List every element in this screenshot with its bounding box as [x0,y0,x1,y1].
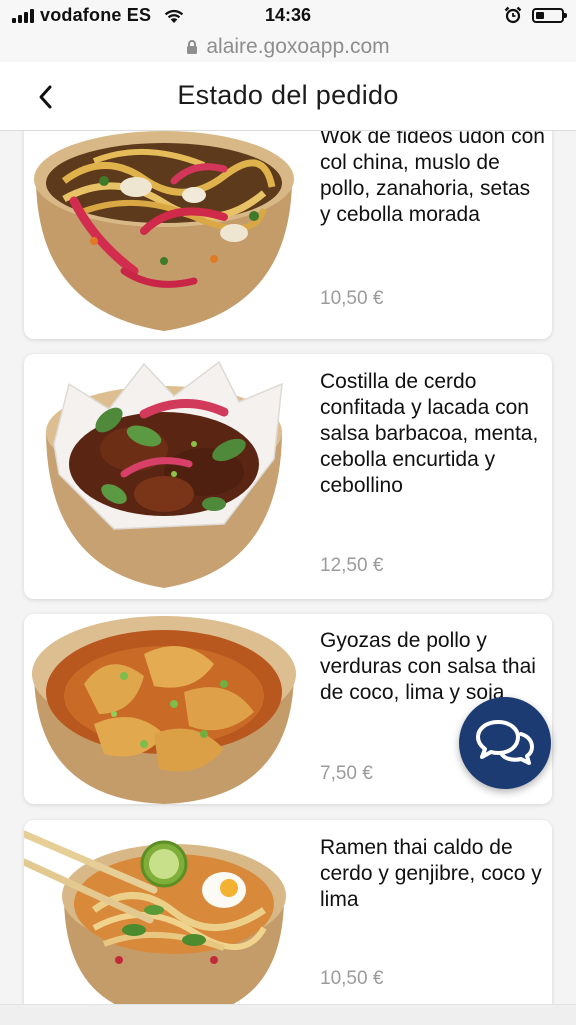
item-name: Ramen thai caldo de cerdo y genjibre, co… [320,836,542,911]
order-item-list[interactable]: Wok de fideos udon con col china, muslo … [0,131,576,1004]
dish-photo-wok [34,131,294,331]
item-price: 10,50 € [320,968,384,989]
chat-button[interactable] [459,697,551,789]
order-item-card[interactable]: Ramen thai caldo de cerdo y genjibre, co… [24,820,552,1004]
order-item-card[interactable]: Wok de fideos udon con col china, muslo … [24,131,552,339]
lock-icon [187,40,198,54]
item-price: 7,50 € [320,763,373,784]
battery-level [536,11,544,19]
item-price: 10,50 € [320,288,384,309]
status-bar: vodafone ES 14:36 [0,0,576,32]
bottom-bar [0,1004,576,1025]
battery-icon [532,7,567,23]
dish-photo-costilla [46,360,283,588]
page-title: Estado del pedido [177,80,399,110]
clock: 14:36 [264,5,312,25]
item-name: Gyozas de pollo y verduras con salsa tha… [320,629,536,704]
status-right [504,6,567,24]
order-item-card[interactable]: Costilla de cerdo confitada y lacada con… [24,354,552,599]
url-text: alaire.goxoapp.com [206,35,390,58]
chat-bubbles-icon [476,720,534,765]
page-header: Estado del pedido [0,62,576,131]
item-name: Costilla de cerdo confitada y lacada con… [320,370,539,497]
dish-photo-ramen [24,830,286,1004]
url-bar[interactable]: alaire.goxoapp.com [0,32,576,62]
dish-photo-gyozas [32,616,296,804]
item-name: Wok de fideos udon con col china, muslo … [320,131,545,226]
item-price: 12,50 € [320,555,384,576]
alarm-clock-icon [504,6,522,24]
